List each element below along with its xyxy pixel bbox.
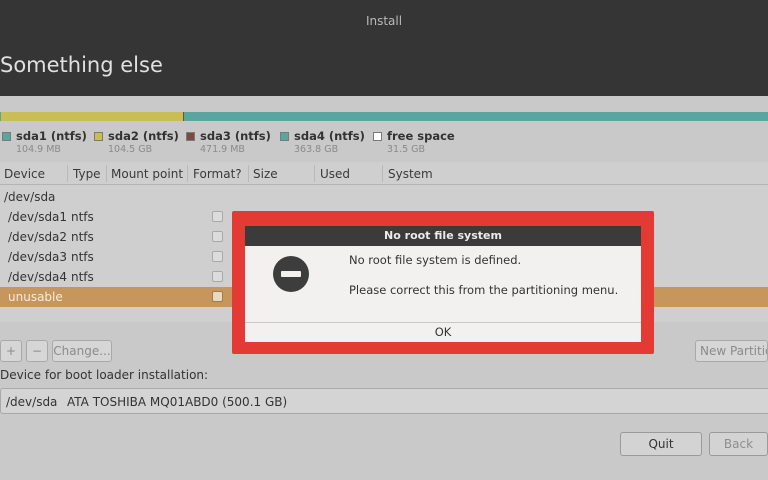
remove-partition-button[interactable]: −	[26, 340, 48, 362]
type-cell: ntfs	[71, 230, 94, 244]
col-system[interactable]: System	[388, 167, 433, 181]
partition-bar	[0, 112, 768, 121]
legend-size: 104.9 MB	[16, 144, 61, 155]
col-format[interactable]: Format?	[193, 167, 242, 181]
boot-loader-device: /dev/sda	[6, 395, 58, 409]
boot-loader-label: Device for boot loader installation:	[0, 368, 209, 382]
back-button[interactable]: Back	[709, 432, 768, 456]
legend-name: sda1 (ntfs)	[16, 129, 87, 143]
window-titlebar: Install Something else	[0, 0, 768, 96]
type-cell: ntfs	[71, 210, 94, 224]
quit-button[interactable]: Quit	[620, 432, 702, 456]
legend-name: sda4 (ntfs)	[294, 129, 365, 143]
legend-size: 471.9 MB	[200, 144, 245, 155]
brown-swatch-icon	[186, 132, 195, 141]
legend-name: free space	[387, 129, 455, 143]
column-divider	[314, 165, 315, 182]
boot-loader-description: ATA TOSHIBA MQ01ABD0 (500.1 GB)	[67, 395, 288, 409]
column-divider	[248, 165, 249, 182]
teal-swatch-icon	[280, 132, 289, 141]
format-checkbox[interactable]	[212, 291, 223, 302]
format-checkbox[interactable]	[212, 231, 223, 242]
legend-name: sda2 (ntfs)	[108, 129, 179, 143]
column-divider	[382, 165, 383, 182]
partition-bar-sda4	[184, 112, 768, 121]
stop-icon	[273, 256, 309, 292]
column-divider	[187, 165, 188, 182]
change-partition-button[interactable]: Change...	[52, 340, 112, 362]
format-checkbox[interactable]	[212, 271, 223, 282]
dialog-title: No root file system	[245, 226, 641, 246]
column-divider	[67, 165, 68, 182]
column-divider	[106, 165, 107, 182]
dialog-message: No root file system is defined.	[349, 253, 522, 267]
error-dialog: No root file system No root file system …	[245, 226, 641, 342]
add-partition-button[interactable]: +	[0, 340, 22, 362]
device-cell: /dev/sda4	[8, 270, 68, 284]
table-row-group[interactable]: /dev/sda	[0, 187, 768, 207]
legend-name: sda3 (ntfs)	[200, 129, 271, 143]
col-mount-point[interactable]: Mount point	[111, 167, 183, 181]
boot-loader-select[interactable]: /dev/sda ATA TOSHIBA MQ01ABD0 (500.1 GB)	[0, 388, 768, 414]
type-cell: ntfs	[71, 270, 94, 284]
device-cell: /dev/sda1	[8, 210, 68, 224]
device-cell: /dev/sda3	[8, 250, 68, 264]
table-header: Device Type Mount point Format? Size Use…	[0, 162, 768, 185]
ok-button[interactable]: OK	[245, 322, 641, 342]
empty-swatch-icon	[373, 132, 382, 141]
format-checkbox[interactable]	[212, 211, 223, 222]
col-device[interactable]: Device	[4, 167, 45, 181]
teal-swatch-icon	[2, 132, 11, 141]
type-cell: ntfs	[71, 250, 94, 264]
window-title: Install	[365, 14, 403, 28]
col-used[interactable]: Used	[320, 167, 350, 181]
new-partition-table-button[interactable]: New Partition Table...	[695, 340, 768, 362]
col-type[interactable]: Type	[73, 167, 101, 181]
device-cell: /dev/sda2	[8, 230, 68, 244]
legend-size: 31.5 GB	[387, 144, 426, 155]
legend-size: 104.5 GB	[108, 144, 153, 155]
partition-bar-sda2	[1, 112, 183, 121]
yellow-swatch-icon	[94, 132, 103, 141]
dialog-detail: Please correct this from the partitionin…	[349, 283, 619, 297]
device-cell: /dev/sda	[4, 190, 56, 204]
col-size[interactable]: Size	[253, 167, 278, 181]
legend-size: 363.8 GB	[294, 144, 339, 155]
format-checkbox[interactable]	[212, 251, 223, 262]
page-title: Something else	[0, 53, 163, 77]
device-cell: unusable	[8, 290, 63, 304]
